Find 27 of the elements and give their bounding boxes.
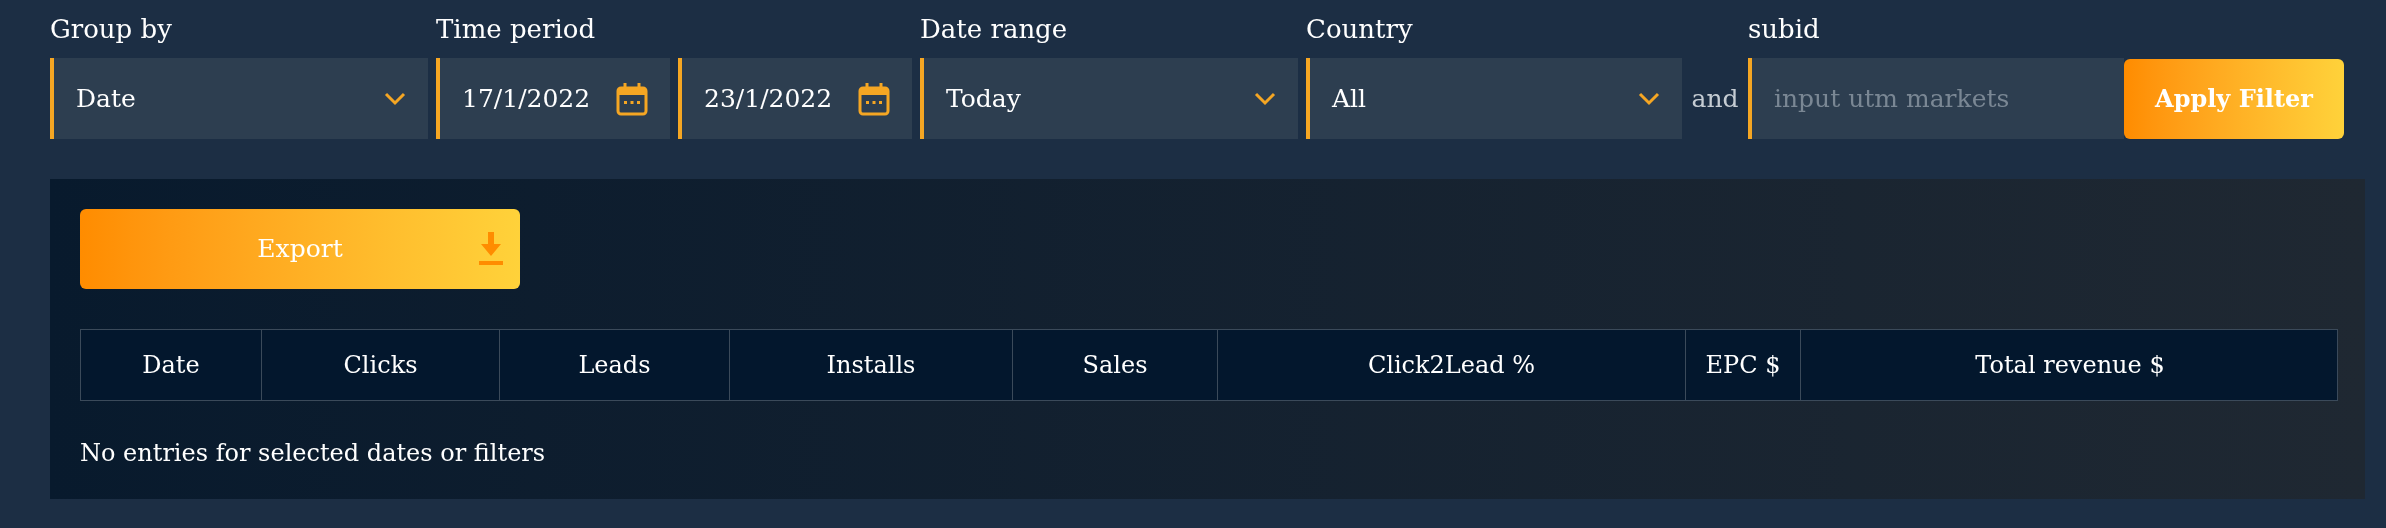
column-header: Leads (500, 330, 730, 400)
column-header: Installs (730, 330, 1013, 400)
dropdown-select[interactable]: All (1306, 58, 1682, 139)
column-header: EPC $ (1686, 330, 1801, 400)
filter-label: subid (1748, 13, 1820, 46)
date-picker-input[interactable]: 17/1/2022 (436, 58, 670, 139)
calendar-icon (858, 81, 890, 116)
filter-label: Country (1306, 13, 1413, 46)
empty-message: No entries for selected dates or filters (80, 439, 546, 467)
calendar-icon (616, 81, 648, 116)
column-header: Total revenue $ (1974, 350, 2166, 381)
filter-label: Time period (436, 13, 596, 46)
filter-label: Date range (920, 13, 1068, 46)
chevron-down-icon (1638, 91, 1660, 106)
chevron-down-icon (1254, 91, 1276, 106)
subid-input-field[interactable]: input utm markets (1748, 58, 2124, 139)
date-picker-input[interactable]: 23/1/2022 (678, 58, 912, 139)
connector-text: and (1691, 82, 1739, 115)
column-header: Clicks (262, 330, 500, 400)
column-header: Date (81, 330, 262, 400)
column-header: Click2Lead % (1218, 330, 1686, 400)
filter-label: Group by (50, 13, 172, 46)
dropdown-select[interactable]: Today (920, 58, 1298, 139)
column-header: Sales (1013, 330, 1218, 400)
download-icon (478, 232, 504, 266)
dropdown-select[interactable]: Date (50, 58, 428, 139)
chevron-down-icon (384, 91, 406, 106)
